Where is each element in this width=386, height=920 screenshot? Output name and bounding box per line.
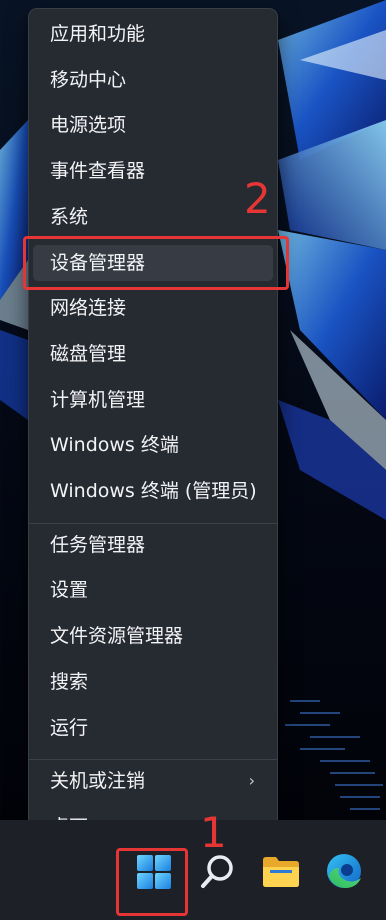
menu-item[interactable]: 移动中心 — [29, 62, 277, 98]
menu-item-label: 计算机管理 — [50, 389, 146, 411]
menu-item-label: 设置 — [50, 579, 89, 601]
annotation-step-2: 2 — [244, 174, 271, 223]
quick-link-context-menu: 应用和功能 移动中心 电源选项 事件查看器 系统 设备管理器 网络连接 磁盘管理 计算机管理 Wi… — [28, 8, 278, 842]
menu-item-label: 网络连接 — [50, 297, 127, 319]
menu-item-label: 文件资源管理器 — [50, 625, 184, 647]
edge-browser-icon — [327, 854, 361, 888]
menu-item-label: 任务管理器 — [50, 534, 146, 556]
annotation-step-1: 1 — [200, 808, 227, 857]
menu-item-label: 系统 — [50, 206, 89, 228]
file-explorer-icon — [263, 857, 299, 887]
menu-item-label: 运行 — [50, 717, 89, 739]
menu-item[interactable]: 应用和功能 — [29, 16, 277, 52]
menu-item[interactable]: 网络连接 — [29, 290, 277, 326]
menu-item-label: 移动中心 — [50, 69, 127, 91]
menu-item-label: Windows 终端 (管理员) — [50, 480, 257, 502]
menu-item[interactable]: 关机或注销 › — [29, 763, 277, 799]
taskbar — [0, 820, 386, 920]
menu-separator — [29, 522, 277, 524]
menu-item-label: 事件查看器 — [50, 160, 146, 182]
menu-item[interactable]: Windows 终端 — [29, 427, 277, 463]
highlight-box-start-button — [116, 848, 188, 916]
menu-item[interactable]: 计算机管理 — [29, 382, 277, 418]
menu-item[interactable]: 设置 — [29, 572, 277, 608]
menu-item[interactable]: 磁盘管理 — [29, 336, 277, 372]
menu-item-label: Windows 终端 — [50, 434, 179, 456]
chevron-right-icon: › — [248, 771, 255, 790]
menu-item[interactable]: 文件资源管理器 — [29, 618, 277, 654]
menu-item-label: 电源选项 — [50, 114, 127, 136]
menu-item[interactable]: 电源选项 — [29, 107, 277, 143]
menu-item[interactable]: 任务管理器 — [29, 527, 277, 563]
file-explorer-button[interactable] — [260, 850, 302, 892]
menu-item[interactable]: 运行 — [29, 710, 277, 746]
menu-item-label: 搜索 — [50, 671, 89, 693]
highlight-box-device-manager — [23, 236, 289, 290]
menu-item-label: 应用和功能 — [50, 23, 146, 45]
menu-item[interactable]: Windows 终端 (管理员) — [29, 473, 277, 509]
menu-item[interactable]: 事件查看器 — [29, 153, 277, 189]
menu-item-label: 磁盘管理 — [50, 343, 127, 365]
menu-separator — [29, 759, 277, 761]
menu-item[interactable]: 系统 — [29, 199, 277, 235]
menu-item[interactable]: 搜索 — [29, 664, 277, 700]
edge-browser-button[interactable] — [323, 850, 365, 892]
menu-item-label: 关机或注销 — [50, 770, 146, 792]
